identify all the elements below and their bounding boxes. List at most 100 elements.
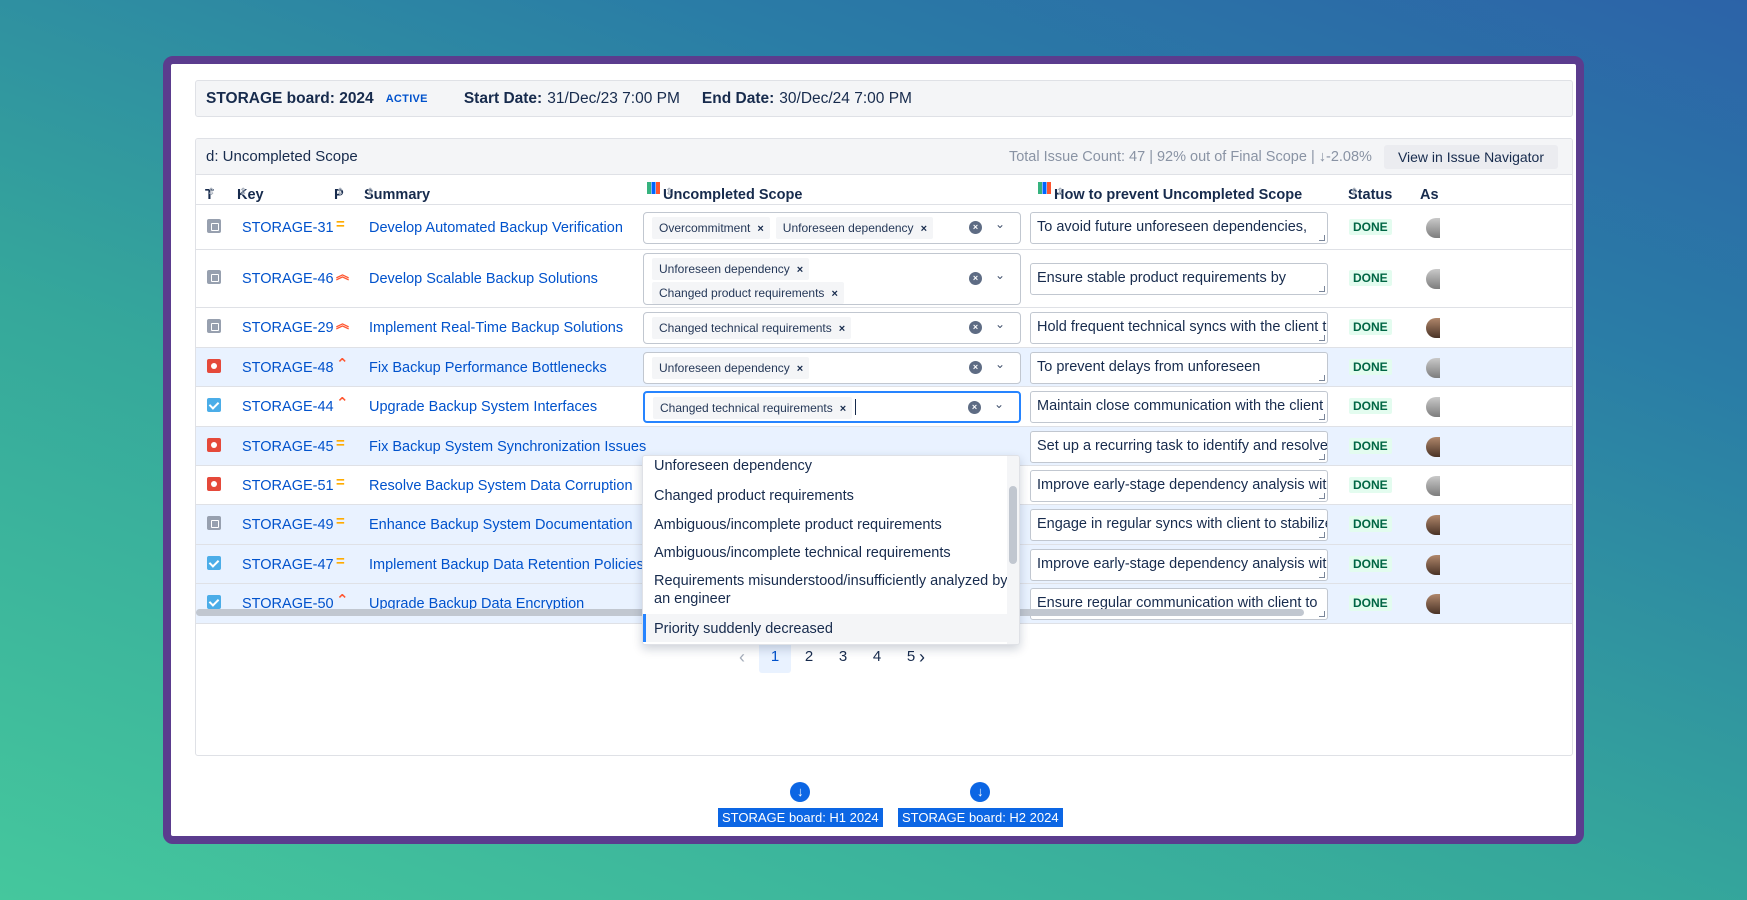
issue-key-link[interactable]: STORAGE-45 <box>242 439 334 455</box>
dropdown-option[interactable]: Ambiguous/incomplete product requirement… <box>643 513 1009 537</box>
next-page-button[interactable]: › <box>906 641 938 673</box>
avatar[interactable] <box>1426 318 1440 338</box>
remove-tag-icon[interactable]: × <box>839 323 845 335</box>
issue-key-link[interactable]: STORAGE-44 <box>242 399 334 415</box>
page-3-button[interactable]: 3 <box>827 641 859 673</box>
uncompleted-scope-select[interactable]: Unforeseen dependency × Changed product re… <box>643 253 1021 305</box>
chevron-down-icon[interactable]: ⌄ <box>995 217 1005 231</box>
chevron-down-icon[interactable]: ⌄ <box>995 317 1005 331</box>
avatar[interactable] <box>1426 555 1440 575</box>
prevention-textarea[interactable]: Maintain close communication with the cl… <box>1030 391 1328 423</box>
clear-selection-icon[interactable]: × <box>969 321 982 334</box>
avatar[interactable] <box>1426 476 1440 496</box>
clear-selection-icon[interactable]: × <box>969 361 982 374</box>
remove-tag-icon[interactable]: × <box>797 363 803 375</box>
issue-key-link[interactable]: STORAGE-51 <box>242 478 334 494</box>
prevention-textarea[interactable]: Improve early-stage dependency analysis … <box>1030 470 1328 502</box>
prevention-textarea[interactable]: Ensure stable product requirements by <box>1030 263 1328 295</box>
task-type-icon <box>207 270 221 284</box>
avatar[interactable] <box>1426 269 1440 289</box>
prev-page-button[interactable]: ‹ <box>726 641 758 673</box>
issue-summary-link[interactable]: Develop Scalable Backup Solutions <box>369 271 598 287</box>
issue-key-link[interactable]: STORAGE-47 <box>242 557 334 573</box>
priority-medium-icon: = <box>336 513 345 530</box>
uncompleted-scope-select[interactable]: Overcommitment × Unforeseen dependency × × ⌄ <box>643 212 1021 244</box>
page-4-button[interactable]: 4 <box>861 641 893 673</box>
board-h1-button[interactable]: STORAGE board: H1 2024 <box>718 808 883 827</box>
issue-key-link[interactable]: STORAGE-29 <box>242 320 334 336</box>
resize-handle[interactable] <box>1319 532 1325 538</box>
issue-summary-link[interactable]: Enhance Backup System Documentation <box>369 517 633 533</box>
dropdown-option[interactable]: Unforeseen dependency <box>643 456 1009 480</box>
prevention-textarea[interactable]: To prevent delays from unforeseen <box>1030 352 1328 384</box>
issue-key-link[interactable]: STORAGE-49 <box>242 517 334 533</box>
remove-tag-icon[interactable]: × <box>757 223 763 235</box>
avatar[interactable] <box>1426 218 1440 238</box>
avatar[interactable] <box>1426 594 1440 614</box>
view-in-issue-navigator-button[interactable]: View in Issue Navigator <box>1383 144 1558 169</box>
chevron-down-icon[interactable]: ⌄ <box>995 357 1005 371</box>
dropdown-scrollbar-track[interactable] <box>1007 456 1019 644</box>
dropdown-scrollbar-thumb[interactable] <box>1009 486 1017 564</box>
issue-summary-link[interactable]: Implement Backup Data Retention Policies <box>369 557 644 573</box>
prevention-textarea[interactable]: Set up a recurring task to identify and … <box>1030 431 1328 463</box>
issue-key-link[interactable]: STORAGE-31 <box>242 220 334 236</box>
avatar[interactable] <box>1426 437 1440 457</box>
dropdown-option[interactable]: Requirements misunderstood/insufficientl… <box>643 569 1009 609</box>
issue-summary-link[interactable]: Resolve Backup System Data Corruption <box>369 478 633 494</box>
prevention-textarea[interactable]: To avoid future unforeseen dependencies, <box>1030 212 1328 244</box>
issue-summary-link[interactable]: Fix Backup System Synchronization Issues <box>369 439 646 455</box>
status-badge: DONE <box>1349 516 1392 532</box>
resize-handle[interactable] <box>1319 414 1325 420</box>
avatar[interactable] <box>1426 515 1440 535</box>
scope-tag: Unforeseen dependency × <box>652 357 810 379</box>
issue-summary-link[interactable]: Develop Automated Backup Verification <box>369 220 623 236</box>
prevention-textarea[interactable]: Improve early-stage dependency analysis … <box>1030 549 1328 581</box>
table-header: T ⇕ Key ⇕ P ⇕ Summary ⇕ Uncompleted Scope ⇕ H… <box>196 175 1572 205</box>
chevron-down-icon[interactable]: ⌄ <box>994 397 1004 411</box>
resize-handle[interactable] <box>1319 454 1325 460</box>
issue-key-link[interactable]: STORAGE-48 <box>242 360 334 376</box>
resize-handle[interactable] <box>1319 375 1325 381</box>
clear-selection-icon[interactable]: × <box>968 401 981 414</box>
resize-handle[interactable] <box>1319 286 1325 292</box>
dropdown-option[interactable]: Changed product requirements <box>643 484 1009 508</box>
status-badge: DONE <box>1349 319 1392 335</box>
resize-handle[interactable] <box>1319 335 1325 341</box>
remove-tag-icon[interactable]: × <box>840 403 846 415</box>
clear-selection-icon[interactable]: × <box>969 221 982 234</box>
status-badge: DONE <box>1349 477 1392 493</box>
resize-handle[interactable] <box>1319 493 1325 499</box>
sort-icon: ⇕ <box>1056 187 1065 198</box>
board-link-h1[interactable]: ↓ STORAGE board: H1 2024 <box>718 782 883 827</box>
dropdown-option[interactable]: Priority suddenly decreased <box>643 614 1009 642</box>
clear-selection-icon[interactable]: × <box>969 272 982 285</box>
uncompleted-scope-select[interactable]: Unforeseen dependency × × ⌄ <box>643 352 1021 384</box>
chevron-down-icon[interactable]: ⌄ <box>995 268 1005 282</box>
col-uncompleted-scope[interactable]: Uncompleted Scope ⇕ <box>647 181 802 203</box>
page-2-button[interactable]: 2 <box>793 641 825 673</box>
col-how-to-prevent[interactable]: How to prevent Uncompleted Scope ⇕ <box>1038 181 1302 203</box>
uncompleted-scope-select[interactable]: Changed technical requirements × × ⌄ <box>643 312 1021 344</box>
uncompleted-scope-select[interactable]: Changed technical requirements × × ⌄ <box>643 391 1021 423</box>
issue-summary-link[interactable]: Upgrade Backup System Interfaces <box>369 399 597 415</box>
avatar[interactable] <box>1426 397 1440 417</box>
issue-summary-link[interactable]: Implement Real-Time Backup Solutions <box>369 320 623 336</box>
remove-tag-icon[interactable]: × <box>831 288 837 300</box>
scope-tag: Changed technical requirements × <box>652 317 852 339</box>
page-1-button[interactable]: 1 <box>759 641 791 673</box>
avatar[interactable] <box>1426 358 1440 378</box>
remove-tag-icon[interactable]: × <box>921 223 927 235</box>
board-h2-button[interactable]: STORAGE board: H2 2024 <box>898 808 1063 827</box>
scope-tag: Changed technical requirements × <box>653 397 853 419</box>
dropdown-option[interactable]: Ambiguous/incomplete technical requireme… <box>643 541 1009 565</box>
issue-summary-link[interactable]: Fix Backup Performance Bottlenecks <box>369 360 607 376</box>
resize-handle[interactable] <box>1319 572 1325 578</box>
resize-handle[interactable] <box>1319 611 1325 617</box>
remove-tag-icon[interactable]: × <box>797 264 803 276</box>
issue-key-link[interactable]: STORAGE-46 <box>242 271 334 287</box>
resize-handle[interactable] <box>1319 235 1325 241</box>
prevention-textarea[interactable]: Hold frequent technical syncs with the c… <box>1030 312 1328 344</box>
prevention-textarea[interactable]: Engage in regular syncs with client to s… <box>1030 509 1328 541</box>
board-link-h2[interactable]: ↓ STORAGE board: H2 2024 <box>898 782 1063 827</box>
